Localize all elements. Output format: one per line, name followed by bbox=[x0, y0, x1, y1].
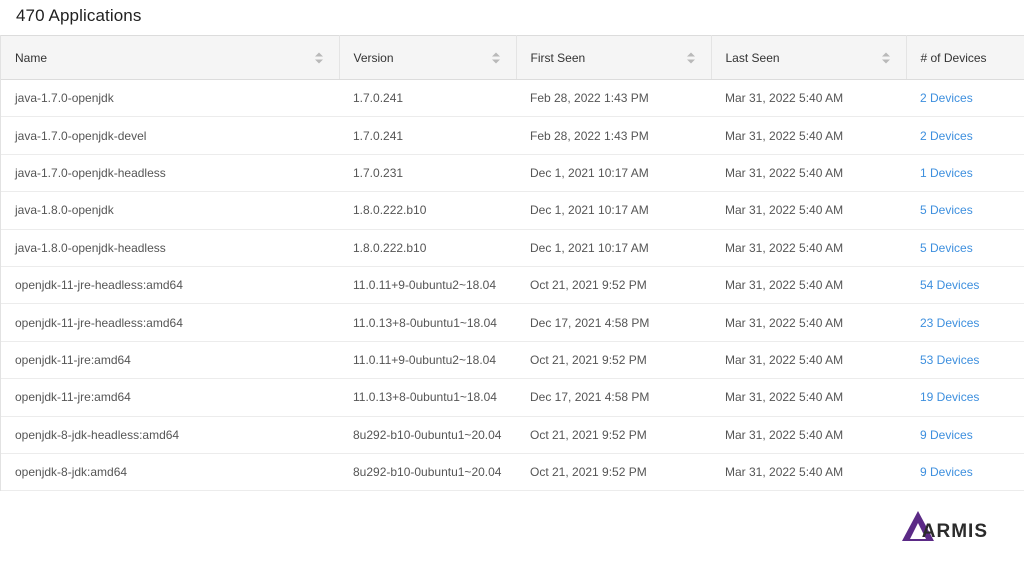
cell-last-seen: Mar 31, 2022 5:40 AM bbox=[711, 79, 906, 118]
cell-name: java-1.7.0-openjdk-devel bbox=[1, 116, 339, 155]
column-header-last-seen[interactable]: Last Seen bbox=[711, 35, 907, 80]
cell-version: 1.7.0.241 bbox=[339, 116, 516, 155]
devices-link[interactable]: 54 Devices bbox=[906, 266, 1024, 305]
cell-version: 11.0.11+9-0ubuntu2~18.04 bbox=[339, 266, 516, 305]
cell-name: java-1.8.0-openjdk bbox=[1, 191, 339, 230]
table-row: openjdk-11-jre:amd64 11.0.13+8-0ubuntu1~1… bbox=[1, 378, 1024, 417]
cell-last-seen: Mar 31, 2022 5:40 AM bbox=[711, 191, 906, 230]
column-header-label: Version bbox=[353, 50, 394, 65]
sort-icon[interactable] bbox=[314, 52, 323, 63]
cell-name: openjdk-8-jdk-headless:amd64 bbox=[1, 416, 339, 454]
cell-first-seen: Dec 1, 2021 10:17 AM bbox=[516, 154, 711, 193]
cell-version: 1.7.0.241 bbox=[339, 79, 516, 118]
devices-link[interactable]: 53 Devices bbox=[906, 341, 1024, 380]
cell-last-seen: Mar 31, 2022 5:40 AM bbox=[711, 303, 906, 342]
column-header-label: Last Seen bbox=[725, 50, 780, 65]
cell-first-seen: Feb 28, 2022 1:43 PM bbox=[516, 116, 711, 155]
column-header-label: First Seen bbox=[530, 50, 586, 65]
logo-text: ARMIS bbox=[921, 521, 988, 542]
column-header-name[interactable]: Name bbox=[1, 35, 340, 80]
cell-last-seen: Mar 31, 2022 5:40 AM bbox=[711, 116, 906, 155]
devices-link[interactable]: 1 Devices bbox=[906, 154, 1024, 193]
table-row: openjdk-11-jre-headless:amd64 11.0.11+9-0… bbox=[1, 266, 1024, 305]
cell-name: java-1.7.0-openjdk bbox=[1, 79, 339, 118]
cell-name: openjdk-11-jre-headless:amd64 bbox=[1, 303, 339, 342]
table-row: java-1.8.0-openjdk 1.8.0.222.b10 Dec 1, 20… bbox=[1, 191, 1024, 230]
armis-logo: ARMIS bbox=[901, 511, 988, 542]
applications-table: Name Version First Seen Last Seen # of D… bbox=[0, 35, 1024, 492]
cell-version: 8u292-b10-0ubuntu1~20.04 bbox=[339, 453, 516, 492]
table-row: openjdk-11-jre:amd64 11.0.11+9-0ubuntu2~1… bbox=[1, 341, 1024, 380]
table-row: java-1.7.0-openjdk-headless 1.7.0.231 Dec … bbox=[1, 154, 1024, 193]
cell-first-seen: Feb 28, 2022 1:43 PM bbox=[516, 79, 711, 118]
table-row: java-1.7.0-openjdk-devel 1.7.0.241 Feb 28,… bbox=[1, 116, 1024, 155]
sort-icon[interactable] bbox=[686, 52, 695, 63]
devices-link[interactable]: 5 Devices bbox=[906, 229, 1024, 267]
table-row: openjdk-8-jdk-headless:amd64 8u292-b10-0u… bbox=[1, 416, 1024, 454]
cell-last-seen: Mar 31, 2022 5:40 AM bbox=[711, 266, 906, 305]
table-header-row: Name Version First Seen Last Seen # of D… bbox=[1, 35, 1024, 80]
table-row: java-1.8.0-openjdk-headless 1.8.0.222.b10… bbox=[1, 229, 1024, 267]
devices-link[interactable]: 2 Devices bbox=[906, 79, 1024, 118]
cell-last-seen: Mar 31, 2022 5:40 AM bbox=[711, 378, 906, 417]
cell-first-seen: Oct 21, 2021 9:52 PM bbox=[516, 341, 711, 380]
cell-name: java-1.7.0-openjdk-headless bbox=[1, 154, 339, 193]
table-body: java-1.7.0-openjdk 1.7.0.241 Feb 28, 2022 … bbox=[1, 79, 1024, 492]
sort-icon[interactable] bbox=[491, 52, 500, 63]
cell-version: 1.8.0.222.b10 bbox=[339, 191, 516, 230]
column-header-label: # of Devices bbox=[920, 50, 987, 65]
column-header-label: Name bbox=[15, 50, 48, 65]
column-header-devices[interactable]: # of Devices bbox=[906, 35, 1024, 80]
cell-first-seen: Dec 17, 2021 4:58 PM bbox=[516, 378, 711, 417]
cell-last-seen: Mar 31, 2022 5:40 AM bbox=[711, 453, 906, 492]
table-row: openjdk-8-jdk:amd64 8u292-b10-0ubuntu1~20… bbox=[1, 453, 1024, 492]
column-header-version[interactable]: Version bbox=[339, 35, 517, 80]
table-row: java-1.7.0-openjdk 1.7.0.241 Feb 28, 2022 … bbox=[1, 79, 1024, 118]
cell-name: openjdk-11-jre-headless:amd64 bbox=[1, 266, 339, 305]
cell-version: 8u292-b10-0ubuntu1~20.04 bbox=[339, 416, 516, 454]
cell-name: java-1.8.0-openjdk-headless bbox=[1, 229, 339, 267]
cell-last-seen: Mar 31, 2022 5:40 AM bbox=[711, 229, 906, 267]
cell-version: 11.0.13+8-0ubuntu1~18.04 bbox=[339, 378, 516, 417]
page-title: 470 Applications bbox=[16, 6, 142, 25]
cell-last-seen: Mar 31, 2022 5:40 AM bbox=[711, 341, 906, 380]
devices-link[interactable]: 19 Devices bbox=[906, 378, 1024, 417]
devices-link[interactable]: 2 Devices bbox=[906, 116, 1024, 155]
devices-link[interactable]: 5 Devices bbox=[906, 191, 1024, 230]
cell-version: 11.0.11+9-0ubuntu2~18.04 bbox=[339, 341, 516, 380]
column-header-first-seen[interactable]: First Seen bbox=[516, 35, 712, 80]
devices-link[interactable]: 9 Devices bbox=[906, 453, 1024, 492]
cell-first-seen: Oct 21, 2021 9:52 PM bbox=[516, 266, 711, 305]
cell-version: 1.7.0.231 bbox=[339, 154, 516, 193]
cell-version: 1.8.0.222.b10 bbox=[339, 229, 516, 267]
table-row: openjdk-11-jre-headless:amd64 11.0.13+8-0… bbox=[1, 303, 1024, 342]
cell-version: 11.0.13+8-0ubuntu1~18.04 bbox=[339, 303, 516, 342]
cell-last-seen: Mar 31, 2022 5:40 AM bbox=[711, 154, 906, 193]
devices-link[interactable]: 23 Devices bbox=[906, 303, 1024, 342]
cell-first-seen: Dec 17, 2021 4:58 PM bbox=[516, 303, 711, 342]
cell-name: openjdk-8-jdk:amd64 bbox=[1, 453, 339, 492]
cell-first-seen: Dec 1, 2021 10:17 AM bbox=[516, 229, 711, 267]
cell-first-seen: Oct 21, 2021 9:52 PM bbox=[516, 416, 711, 454]
sort-icon[interactable] bbox=[881, 52, 890, 63]
devices-link[interactable]: 9 Devices bbox=[906, 416, 1024, 454]
cell-first-seen: Oct 21, 2021 9:52 PM bbox=[516, 453, 711, 492]
cell-last-seen: Mar 31, 2022 5:40 AM bbox=[711, 416, 906, 454]
cell-name: openjdk-11-jre:amd64 bbox=[1, 378, 339, 417]
cell-first-seen: Dec 1, 2021 10:17 AM bbox=[516, 191, 711, 230]
cell-name: openjdk-11-jre:amd64 bbox=[1, 341, 339, 380]
